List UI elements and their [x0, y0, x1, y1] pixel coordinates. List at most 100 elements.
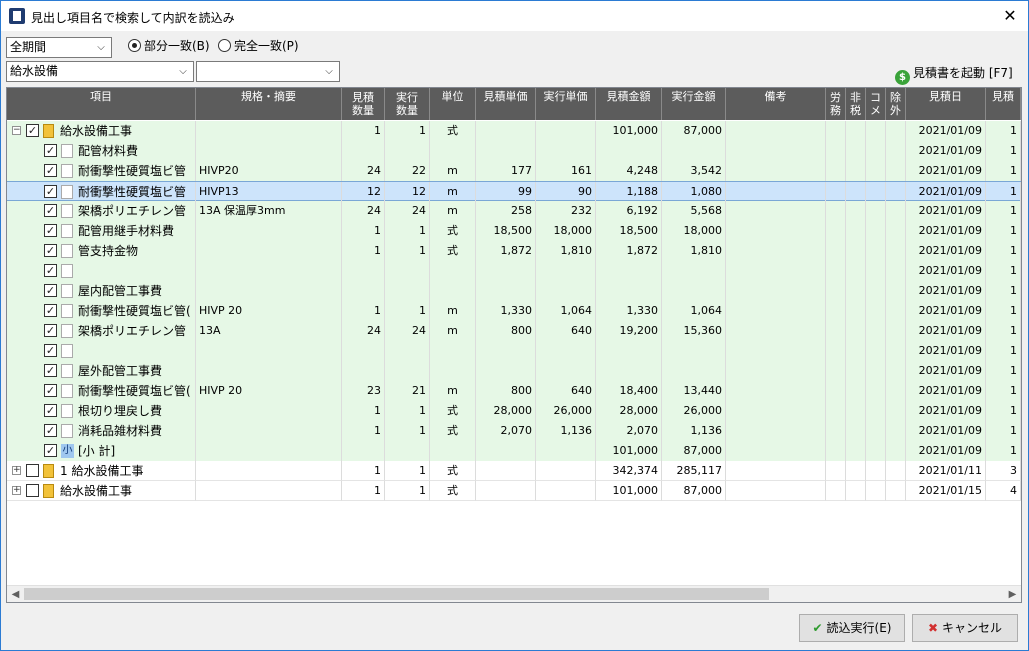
row-checkbox[interactable]: ✓ — [44, 444, 57, 457]
table-row[interactable]: − ✓ 給水設備工事 1 1 式 101,000 87,000 2021/01/09 1 — [7, 121, 1021, 141]
table-row[interactable]: ✓ 耐衝撃性硬質塩ビ管 HIVP13 12 12 m 99 90 1,188 1,080 2021/… — [7, 181, 1021, 202]
launch-estimate-link[interactable]: $ 見積書を起動 [F7] — [895, 64, 1013, 85]
item-label: 屋内配管工事費 — [78, 284, 163, 298]
cell-more: 1 — [986, 381, 1021, 401]
row-checkbox[interactable]: ✓ — [44, 424, 57, 437]
radio-exact-match[interactable]: 完全一致(P) — [218, 38, 299, 54]
column-header-act-price[interactable]: 実行単価 — [536, 88, 596, 120]
cell-act-price — [536, 461, 596, 481]
blank-icon — [61, 364, 73, 378]
row-checkbox[interactable]: ✓ — [44, 384, 57, 397]
row-checkbox[interactable]: ✓ — [44, 264, 57, 277]
table-row[interactable]: ✓ 屋外配管工事費 2021/01/09 1 — [7, 361, 1021, 381]
row-checkbox[interactable]: ✓ — [44, 364, 57, 377]
table-row[interactable]: +1 給水設備工事 1 1 式 342,374 285,117 2021/01/11 3 — [7, 461, 1021, 481]
column-header-unit[interactable]: 単位 — [430, 88, 476, 120]
column-header-act-qty[interactable]: 実行 数量 — [385, 88, 430, 120]
cell-est-price — [476, 481, 536, 501]
column-header-est-amount[interactable]: 見積金額 — [596, 88, 662, 120]
column-header-exclude[interactable]: 除外 — [886, 88, 906, 120]
radio-partial-match[interactable]: 部分一致(B) — [128, 38, 210, 54]
row-checkbox[interactable]: ✓ — [44, 185, 57, 198]
table-row[interactable]: ✓ 配管用継手材料費 1 1 式 18,500 18,000 18,500 18,000 2021… — [7, 221, 1021, 241]
row-checkbox[interactable]: ✓ — [44, 204, 57, 217]
estimate-grid[interactable]: 項目 規格・摘要 見積 数量 実行 数量 単位 見積単価 実行単価 見積金額 実行金額 備考労務非税コ… — [6, 87, 1022, 603]
column-header-act-amount[interactable]: 実行金額 — [662, 88, 726, 120]
cell-note — [726, 441, 826, 461]
row-checkbox[interactable] — [26, 484, 39, 497]
cell-date: 2021/01/09 — [906, 301, 986, 321]
subcategory-select[interactable]: ⌵ — [196, 61, 340, 82]
column-header-comment[interactable]: コメ — [866, 88, 886, 120]
column-header-item[interactable]: 項目 — [7, 88, 196, 120]
cell-unit: 式 — [430, 241, 476, 261]
cell-item: ✓ 耐衝撃性硬質塩ビ管 — [7, 182, 196, 202]
expand-icon[interactable]: + — [12, 466, 21, 475]
table-row[interactable]: ✓ 架橋ポリエチレン管 13A 保温厚3mm 24 24 m 258 232 6,192 5,56… — [7, 201, 1021, 221]
column-header-labor[interactable]: 労務 — [826, 88, 846, 120]
column-header-more[interactable]: 見積 — [986, 88, 1021, 120]
column-header-date[interactable]: 見積日 — [906, 88, 986, 120]
table-row[interactable]: ✓ 管支持金物 1 1 式 1,872 1,810 1,872 1,810 2021/01/09 1 — [7, 241, 1021, 261]
cell-more: 1 — [986, 121, 1021, 141]
cell-taxfree — [846, 141, 866, 161]
cell-exclude — [886, 361, 906, 381]
table-row[interactable]: ✓ 屋内配管工事費 2021/01/09 1 — [7, 281, 1021, 301]
row-checkbox[interactable] — [26, 464, 39, 477]
row-checkbox[interactable]: ✓ — [44, 304, 57, 317]
table-row[interactable]: ✓ 2021/01/09 1 — [7, 341, 1021, 361]
table-row[interactable]: ✓ 小 [小 計] 101,000 87,000 2021/01/09 1 — [7, 441, 1021, 461]
table-row[interactable]: ✓ 耐衝撃性硬質塩ビ管(HIVP 20 23 21 m 800 640 18,400 13,44… — [7, 381, 1021, 401]
dollar-coin-icon: $ — [895, 70, 910, 85]
column-header-note[interactable]: 備考 — [726, 88, 826, 120]
row-checkbox[interactable]: ✓ — [44, 224, 57, 237]
row-checkbox[interactable]: ✓ — [44, 144, 57, 157]
cell-act-qty — [385, 281, 430, 301]
load-button[interactable]: ✔ 読込実行(E) — [799, 614, 905, 642]
horizontal-scrollbar[interactable]: ◀ ▶ — [7, 585, 1021, 602]
cell-est-qty — [342, 261, 385, 281]
cell-spec — [196, 341, 342, 361]
table-row[interactable]: ✓ 耐衝撃性硬質塩ビ管 HIVP20 24 22 m 177 161 4,248 3,542 202… — [7, 161, 1021, 181]
cell-act-price: 161 — [536, 161, 596, 181]
scroll-thumb[interactable] — [24, 588, 769, 600]
table-row[interactable]: ✓ 消耗品雑材料費 1 1 式 2,070 1,136 2,070 1,136 2021/01/0… — [7, 421, 1021, 441]
period-select[interactable]: 全期間 ⌵ — [6, 37, 112, 58]
row-checkbox[interactable]: ✓ — [44, 164, 57, 177]
scroll-right-icon[interactable]: ▶ — [1004, 586, 1021, 602]
title-bar: 見出し項目名で検索して内訳を読込み ✕ — [0, 0, 1029, 31]
cell-note — [726, 241, 826, 261]
cell-unit — [430, 441, 476, 461]
cell-item: ✓ 小 [小 計] — [7, 441, 196, 461]
cell-more: 1 — [986, 361, 1021, 381]
expand-icon[interactable]: + — [12, 486, 21, 495]
category-select[interactable]: 給水設備 ⌵ — [6, 61, 194, 82]
row-checkbox[interactable]: ✓ — [44, 284, 57, 297]
table-row[interactable]: ✓ 2021/01/09 1 — [7, 261, 1021, 281]
cancel-button[interactable]: ✖ キャンセル — [912, 614, 1018, 642]
row-checkbox[interactable]: ✓ — [44, 244, 57, 257]
column-header-est-qty[interactable]: 見積 数量 — [342, 88, 385, 120]
cell-spec — [196, 141, 342, 161]
header-text-line: 数量 — [352, 104, 374, 117]
cell-comment — [866, 441, 886, 461]
row-checkbox[interactable]: ✓ — [44, 404, 57, 417]
cell-act-amount — [662, 341, 726, 361]
table-row[interactable]: ✓ 架橋ポリエチレン管 13A 24 24 m 800 640 19,200 15,360 2021… — [7, 321, 1021, 341]
column-header-taxfree[interactable]: 非税 — [846, 88, 866, 120]
close-button[interactable]: ✕ — [998, 5, 1022, 27]
table-row[interactable]: + 給水設備工事 1 1 式 101,000 87,000 2021/01/15 4 — [7, 481, 1021, 501]
scroll-left-icon[interactable]: ◀ — [7, 586, 24, 602]
cell-labor — [826, 401, 846, 421]
cell-comment — [866, 121, 886, 141]
row-checkbox[interactable]: ✓ — [44, 324, 57, 337]
collapse-icon[interactable]: − — [12, 126, 21, 135]
row-checkbox[interactable]: ✓ — [44, 344, 57, 357]
table-row[interactable]: ✓ 耐衝撃性硬質塩ビ管(HIVP 20 1 1 m 1,330 1,064 1,330 1,06… — [7, 301, 1021, 321]
table-row[interactable]: ✓ 配管材料費 2021/01/09 1 — [7, 141, 1021, 161]
cell-act-amount: 26,000 — [662, 401, 726, 421]
column-header-spec[interactable]: 規格・摘要 — [196, 88, 342, 120]
table-row[interactable]: ✓ 根切り埋戻し費 1 1 式 28,000 26,000 28,000 26,000 2021/… — [7, 401, 1021, 421]
column-header-est-price[interactable]: 見積単価 — [476, 88, 536, 120]
row-checkbox[interactable]: ✓ — [26, 124, 39, 137]
